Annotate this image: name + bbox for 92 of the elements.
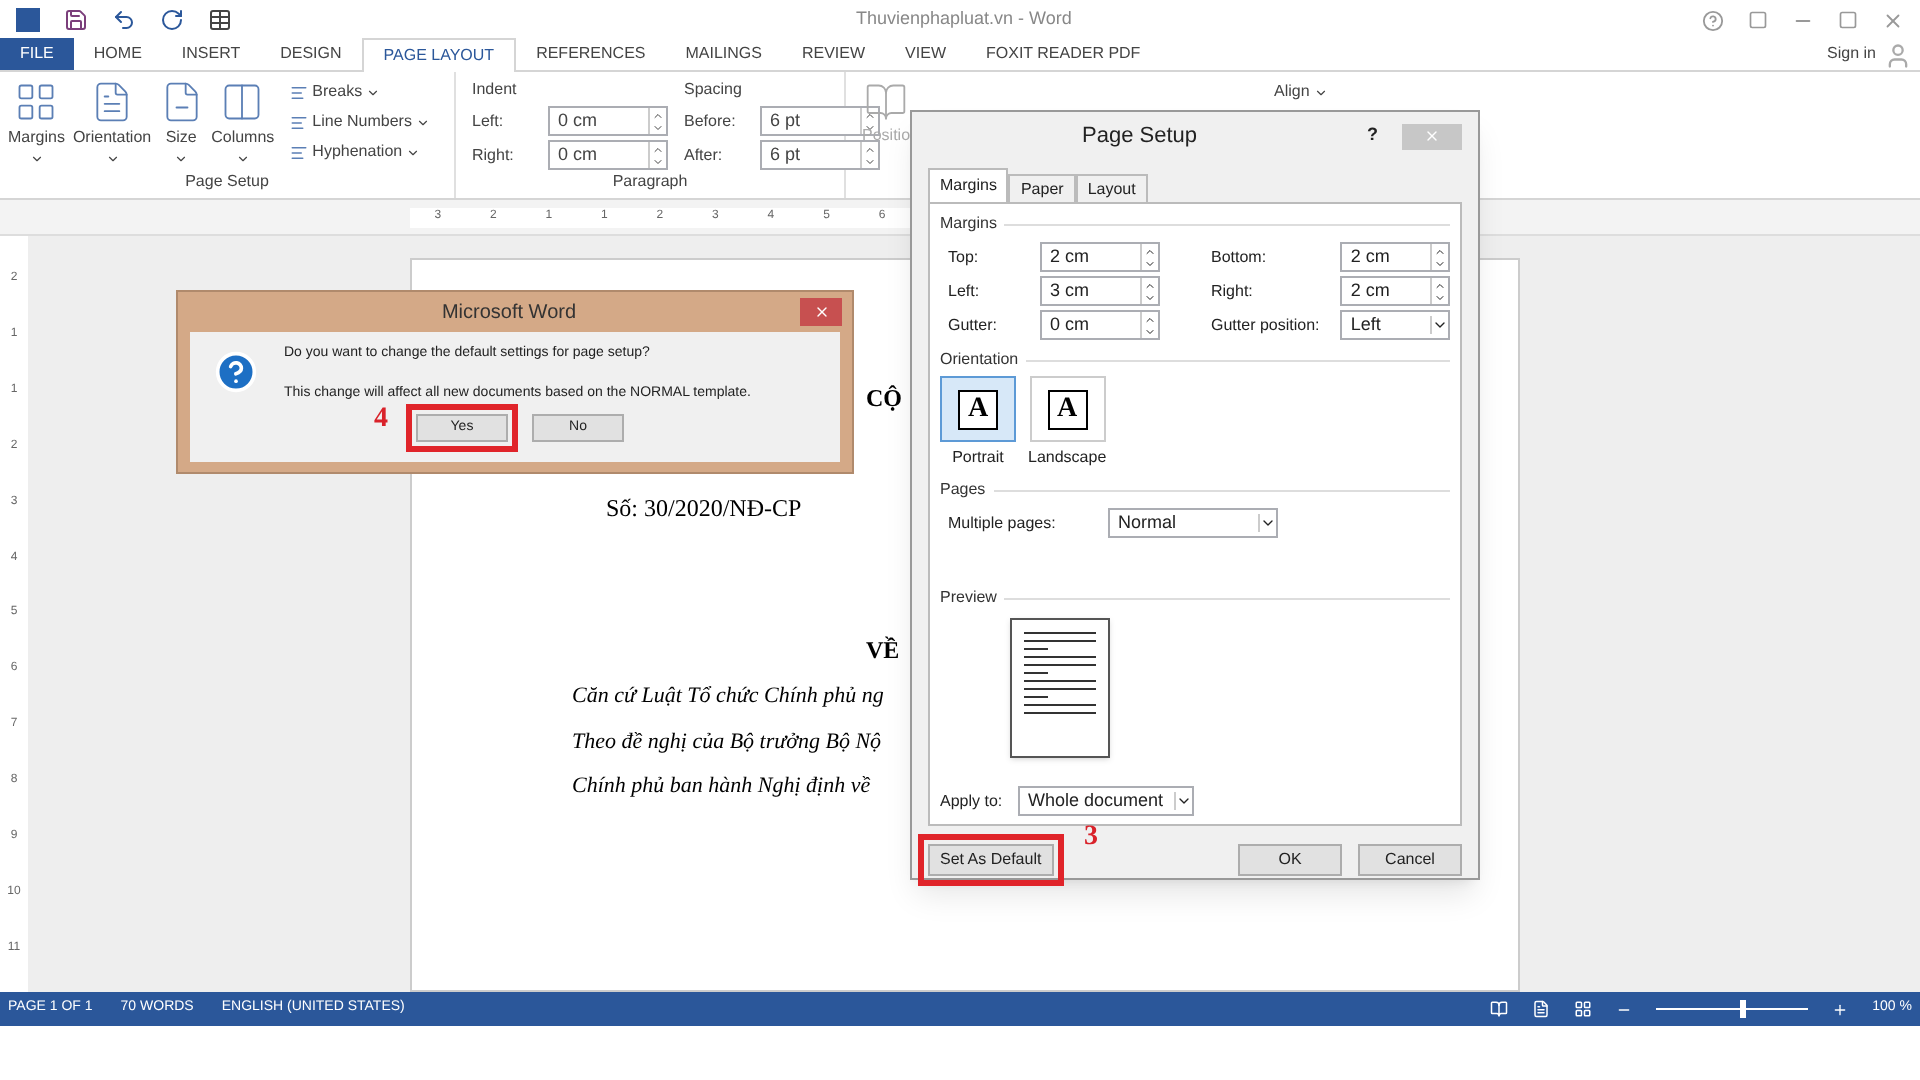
ribbon-button[interactable]: Columns	[211, 80, 275, 170]
ribbon-display-icon[interactable]	[1748, 10, 1768, 30]
ribbon-button[interactable]: Size	[159, 80, 204, 170]
field-label: Multiple pages:	[948, 511, 1058, 535]
page-preview-icon	[1010, 618, 1110, 758]
margin-field[interactable]: 0 cm	[1040, 310, 1160, 340]
document-text: CỘ	[866, 382, 902, 416]
dropdown-arrow-icon	[1174, 792, 1192, 810]
document-text: Căn cứ Luật Tổ chức Chính phủ ng	[572, 682, 884, 712]
margin-field[interactable]: 2 cm	[1040, 242, 1160, 272]
ribbon-button[interactable]: Margins	[8, 80, 65, 170]
apply-to-dropdown[interactable]: Whole document	[1018, 786, 1194, 816]
set-as-default-button[interactable]: Set As Default	[928, 844, 1054, 876]
help-button[interactable]: ?	[1367, 122, 1378, 150]
small-icon	[290, 143, 309, 161]
zoom-in-icon[interactable]	[1832, 1001, 1849, 1017]
field-label: Bottom:	[1211, 245, 1269, 269]
step-number: 3	[1084, 820, 1098, 856]
print-layout-icon[interactable]	[1532, 1000, 1551, 1018]
word-logo-icon	[16, 8, 40, 32]
ok-button[interactable]: OK	[1238, 844, 1342, 876]
section-label: Pages	[940, 478, 986, 502]
indent-field[interactable]: 0 cm	[548, 140, 668, 170]
group-label: Page Setup	[183, 170, 271, 194]
field-label: Right:	[1211, 279, 1255, 303]
spacing-field[interactable]: 6 pt	[760, 140, 880, 170]
field-label: Top:	[948, 245, 981, 269]
read-mode-icon[interactable]	[1490, 1000, 1509, 1018]
field-label: Before:	[684, 109, 738, 133]
field-label: Left:	[948, 279, 982, 303]
web-layout-icon[interactable]	[1574, 1000, 1593, 1018]
step-number: 4	[374, 402, 388, 438]
ribbon-tab[interactable]: VIEW	[885, 38, 966, 70]
ribbon-tab[interactable]: FOXIT READER PDF	[966, 38, 1161, 70]
help-icon[interactable]	[1702, 9, 1724, 31]
dialog-tab[interactable]: Layout	[1075, 174, 1148, 202]
field-label: Gutter:	[948, 313, 999, 337]
question-icon	[214, 350, 258, 394]
field-label: After:	[684, 143, 725, 167]
sign-in-link[interactable]: Sign in	[1827, 42, 1876, 66]
dialog-title: Page Setup	[1080, 121, 1199, 152]
ribbon-tab[interactable]: MAILINGS	[665, 38, 782, 70]
small-icon	[290, 83, 309, 101]
field-label: Apply to:	[940, 789, 1005, 813]
align-button[interactable]: Align	[1274, 80, 1328, 104]
ribbon-button[interactable]: Breaks	[290, 80, 430, 104]
close-icon[interactable]	[1882, 9, 1904, 31]
ribbon-tab[interactable]: REVIEW	[781, 38, 886, 70]
dialog-tab[interactable]: Margins	[928, 168, 1009, 202]
ribbon-tab[interactable]: HOME	[73, 38, 162, 70]
file-tab[interactable]: FILE	[0, 38, 74, 70]
dropdown-arrow-icon	[1430, 316, 1448, 334]
redo-icon[interactable]	[160, 8, 184, 32]
save-icon[interactable]	[64, 8, 88, 32]
margin-dropdown[interactable]: Left	[1340, 310, 1450, 340]
ribbon-tab[interactable]: DESIGN	[260, 38, 362, 70]
margin-field[interactable]: 2 cm	[1340, 276, 1450, 306]
indent-field[interactable]: 0 cm	[548, 106, 668, 136]
field-label: Left:	[472, 109, 506, 133]
ribbon-tab[interactable]: PAGE LAYOUT	[361, 38, 517, 72]
dialog-title: Microsoft Word	[439, 299, 579, 327]
field-label: Right:	[472, 143, 516, 167]
field-label: Gutter position:	[1211, 313, 1322, 337]
undo-icon[interactable]	[112, 8, 136, 32]
document-text: Chính phủ ban hành Nghị định về	[572, 772, 871, 802]
group-label: Paragraph	[610, 170, 690, 194]
dialog-tab[interactable]: Paper	[1008, 174, 1076, 202]
cancel-button[interactable]: Cancel	[1358, 844, 1462, 876]
dropdown-arrow-icon	[1258, 514, 1276, 532]
margin-field[interactable]: 3 cm	[1040, 276, 1160, 306]
document-text: VỀ	[866, 634, 900, 668]
ribbon-button[interactable]: Orientation	[72, 80, 152, 170]
small-icon	[290, 113, 309, 131]
indent-label: Indent	[472, 78, 519, 102]
section-label: Margins	[940, 212, 997, 236]
ribbon-tab[interactable]: INSERT	[161, 38, 261, 70]
margin-field[interactable]: 2 cm	[1340, 242, 1450, 272]
table-icon[interactable]	[208, 8, 232, 32]
spacing-label: Spacing	[684, 78, 744, 102]
document-text: Số: 30/2020/NĐ-CP	[606, 492, 802, 526]
close-icon	[1424, 128, 1440, 144]
section-label: Preview	[940, 586, 997, 610]
ribbon-button[interactable]: Hyphenation	[290, 140, 430, 164]
ribbon-tab[interactable]: REFERENCES	[516, 38, 666, 70]
section-label: Orientation	[940, 348, 1019, 372]
avatar-icon	[1884, 42, 1912, 70]
close-icon	[813, 304, 829, 320]
ribbon-button[interactable]: Line Numbers	[290, 110, 430, 134]
multiple-pages-dropdown[interactable]: Normal	[1108, 508, 1278, 538]
maximize-icon[interactable]	[1838, 10, 1858, 30]
window-title: Thuvienphapluat.vn - Word	[856, 6, 1072, 33]
document-text: Theo đề nghị của Bộ trưởng Bộ Nộ	[572, 727, 882, 757]
